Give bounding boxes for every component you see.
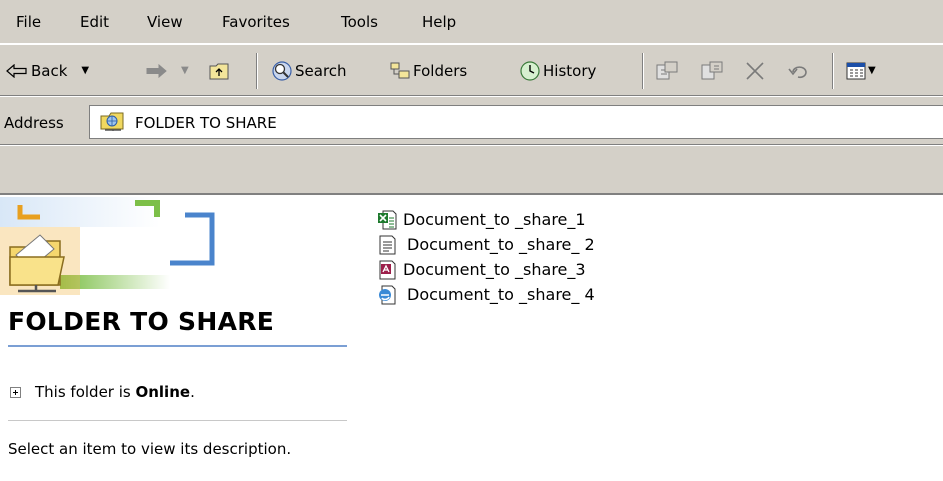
address-value: FOLDER TO SHARE bbox=[135, 114, 277, 132]
menu-view[interactable]: View bbox=[147, 13, 183, 31]
folders-button[interactable]: Folders bbox=[389, 59, 467, 83]
views-button[interactable]: ▼ bbox=[845, 59, 876, 83]
text-document-icon bbox=[379, 235, 396, 254]
move-to-button[interactable] bbox=[655, 59, 679, 83]
back-arrow-icon bbox=[6, 64, 27, 78]
back-label: Back bbox=[31, 62, 68, 80]
title-divider bbox=[8, 345, 347, 347]
status-value: Online bbox=[135, 383, 191, 401]
move-to-icon bbox=[656, 61, 678, 80]
file-list: Document_to _share_1 Document_to _share_… bbox=[377, 208, 595, 306]
search-icon bbox=[272, 61, 292, 81]
expand-plus-icon[interactable] bbox=[10, 386, 21, 398]
search-label: Search bbox=[295, 62, 347, 80]
history-label: History bbox=[543, 62, 597, 80]
copy-to-button[interactable] bbox=[700, 59, 724, 83]
history-button[interactable]: History bbox=[519, 59, 596, 83]
file-name: Document_to _share_ 2 bbox=[407, 235, 595, 254]
copy-to-icon bbox=[701, 61, 723, 80]
excel-icon bbox=[378, 210, 397, 229]
toolbar-separator bbox=[642, 53, 644, 89]
internet-explorer-icon bbox=[379, 285, 396, 304]
file-item[interactable]: Document_to _share_ 4 bbox=[377, 283, 595, 306]
links-band bbox=[0, 145, 943, 195]
up-folder-icon bbox=[209, 63, 229, 80]
address-label: Address bbox=[4, 114, 64, 132]
status-suffix: . bbox=[190, 383, 195, 401]
status-prefix: This folder is bbox=[35, 383, 136, 401]
back-dropdown-icon[interactable]: ▼ bbox=[81, 62, 89, 80]
description-text: Select an item to view its description. bbox=[8, 440, 292, 458]
folders-label: Folders bbox=[413, 62, 468, 80]
undo-icon bbox=[788, 66, 807, 79]
history-icon bbox=[520, 61, 540, 81]
file-name: Document_to _share_1 bbox=[403, 210, 586, 229]
menu-help[interactable]: Help bbox=[422, 13, 456, 31]
address-input[interactable]: FOLDER TO SHARE bbox=[89, 105, 943, 139]
menu-file[interactable]: File bbox=[16, 13, 41, 31]
web-folder-icon bbox=[100, 112, 124, 131]
menu-bar: File Edit View Favorites Tools Help bbox=[0, 0, 943, 44]
forward-button[interactable]: ▼ bbox=[145, 59, 189, 83]
address-bar: Address FOLDER TO SHARE bbox=[0, 96, 943, 145]
search-button[interactable]: Search bbox=[271, 59, 347, 83]
toolbar-separator bbox=[832, 53, 834, 89]
status-divider bbox=[8, 420, 347, 421]
undo-button[interactable] bbox=[787, 59, 811, 83]
folder-banner-illustration bbox=[0, 197, 215, 295]
status-text: This folder is Online. bbox=[35, 383, 195, 401]
up-folder-button[interactable] bbox=[208, 59, 230, 83]
folder-title: FOLDER TO SHARE bbox=[8, 307, 275, 336]
folders-icon bbox=[390, 62, 410, 79]
menu-edit[interactable]: Edit bbox=[80, 13, 109, 31]
file-name: Document_to _share_3 bbox=[403, 260, 586, 279]
toolbar: Back ▼ ▼ Search Folders History ▼ bbox=[0, 44, 943, 96]
delete-button[interactable] bbox=[744, 59, 766, 83]
menu-favorites[interactable]: Favorites bbox=[222, 13, 290, 31]
access-icon bbox=[379, 260, 396, 279]
back-button[interactable]: Back ▼ bbox=[6, 59, 89, 83]
views-dropdown-icon[interactable]: ▼ bbox=[868, 62, 876, 80]
forward-arrow-icon bbox=[146, 64, 167, 78]
folder-status: This folder is Online. bbox=[10, 383, 195, 401]
file-item[interactable]: Document_to _share_1 bbox=[377, 208, 595, 231]
delete-x-icon bbox=[746, 62, 764, 80]
file-name: Document_to _share_ 4 bbox=[407, 285, 595, 304]
views-icon bbox=[846, 62, 866, 80]
toolbar-separator bbox=[256, 53, 258, 89]
web-view-panel: FOLDER TO SHARE This folder is Online. S… bbox=[0, 197, 360, 481]
forward-dropdown-icon[interactable]: ▼ bbox=[181, 62, 189, 80]
menu-tools[interactable]: Tools bbox=[341, 13, 378, 31]
file-item[interactable]: Document_to _share_ 2 bbox=[377, 233, 595, 256]
file-item[interactable]: Document_to _share_3 bbox=[377, 258, 595, 281]
